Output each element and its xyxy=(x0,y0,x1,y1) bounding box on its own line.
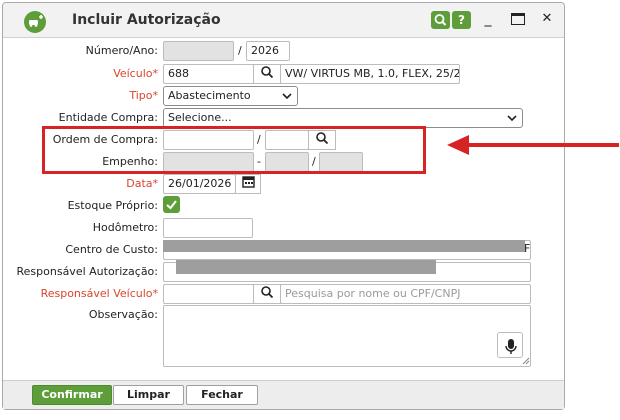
chevron-down-icon xyxy=(507,115,517,122)
hodometro-field[interactable] xyxy=(163,218,253,238)
veiculo-search-button[interactable] xyxy=(253,64,281,84)
redacted-block xyxy=(163,240,525,252)
entidade-compra-value: Selecione... xyxy=(168,111,232,124)
car-plus-icon xyxy=(24,11,46,33)
microphone-button[interactable] xyxy=(497,332,523,358)
limpar-button[interactable]: Limpar xyxy=(113,385,184,405)
checkmark-icon xyxy=(166,200,177,210)
numero-ano-label: Número/Ano: xyxy=(85,44,158,57)
search-icon[interactable] xyxy=(431,11,450,29)
numero-ano-separator: / xyxy=(238,44,242,57)
numero-field xyxy=(163,41,234,61)
responsavel-veiculo-search-button[interactable] xyxy=(253,284,281,304)
responsavel-veiculo-label: Responsável Veículo* xyxy=(40,287,158,300)
calendar-button[interactable] xyxy=(235,174,261,194)
dialog-title: Incluir Autorização xyxy=(72,12,221,28)
redacted-block xyxy=(176,260,436,274)
search-icon xyxy=(261,286,274,299)
centro-custo-label: Centro de Custo: xyxy=(65,243,158,256)
highlight-box xyxy=(42,126,426,174)
maximize-icon[interactable] xyxy=(511,13,525,25)
estoque-proprio-label: Estoque Próprio: xyxy=(67,199,158,212)
arrow-left-icon xyxy=(447,135,619,155)
responsavel-veiculo-code-field[interactable] xyxy=(163,284,254,304)
tipo-label: Tipo* xyxy=(129,89,158,102)
responsavel-autorizacao-label: Responsável Autorização: xyxy=(16,265,159,278)
calendar-icon xyxy=(241,176,255,188)
resize-handle-icon[interactable] xyxy=(522,357,530,365)
ano-field[interactable]: 2026 xyxy=(246,41,290,61)
minimize-icon[interactable]: _ xyxy=(478,9,498,29)
fechar-button[interactable]: Fechar xyxy=(186,385,258,405)
help-icon[interactable]: ? xyxy=(452,11,471,29)
microphone-icon xyxy=(505,339,517,354)
close-icon[interactable]: ✕ xyxy=(537,9,557,29)
hodometro-label: Hodômetro: xyxy=(92,221,158,234)
estoque-proprio-checkbox[interactable] xyxy=(163,196,180,213)
veiculo-label: Veículo* xyxy=(113,67,158,80)
tipo-select[interactable]: Abastecimento xyxy=(163,86,298,106)
entidade-compra-label: Entidade Compra: xyxy=(58,111,158,124)
chevron-down-icon xyxy=(282,93,292,100)
tipo-select-value: Abastecimento xyxy=(168,89,251,102)
entidade-compra-select[interactable]: Selecione... xyxy=(163,108,523,128)
data-field[interactable]: 26/01/2026 xyxy=(163,174,236,194)
veiculo-code-field[interactable]: 688 xyxy=(163,64,254,84)
observacao-textarea[interactable] xyxy=(163,305,531,367)
veiculo-description-field: VW/ VIRTUS MB, 1.0, FLEX, 25/25, xyxy=(280,64,460,84)
search-icon xyxy=(261,66,274,79)
data-label: Data* xyxy=(126,177,158,190)
confirmar-button[interactable]: Confirmar xyxy=(32,385,112,405)
observacao-label: Observação: xyxy=(88,308,158,321)
centro-custo-tail: F xyxy=(524,242,531,255)
responsavel-veiculo-search-input[interactable]: Pesquisa por nome ou CPF/CNPJ xyxy=(280,284,531,304)
